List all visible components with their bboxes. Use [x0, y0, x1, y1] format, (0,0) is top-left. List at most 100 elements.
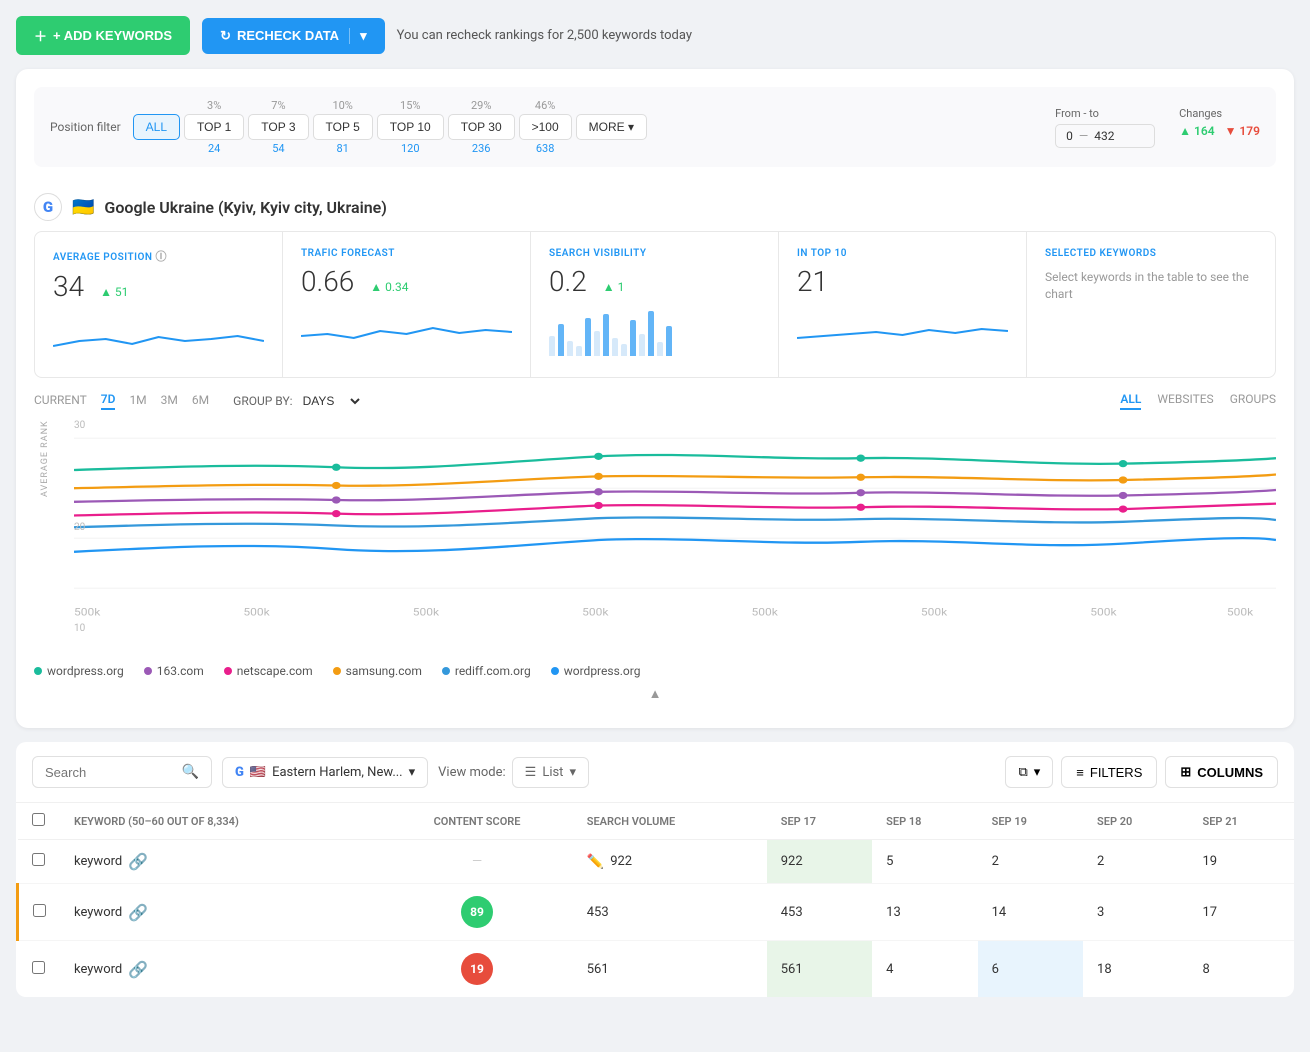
view-mode-value: List — [542, 765, 563, 780]
header-sep21: SEP 21 — [1188, 803, 1294, 840]
legend-rediff: rediff.com.org — [442, 664, 531, 678]
location-selector[interactable]: G 🇺🇸 Eastern Harlem, New... ▾ — [222, 757, 428, 788]
sep18-cell: 4 — [872, 941, 977, 998]
from-to-group: From - to 0 — 432 — [1055, 107, 1155, 148]
filters-label: FILTERS — [1090, 765, 1143, 780]
from-to-input[interactable]: 0 — 432 — [1055, 124, 1155, 148]
svg-text:500k: 500k — [582, 606, 609, 618]
keyword-cell: keyword 🔗 — [60, 840, 381, 884]
bar — [621, 344, 627, 356]
avg-position-sparkline — [53, 311, 264, 361]
toolbar-note: You can recheck rankings for 2,500 keywo… — [397, 28, 692, 43]
group-by-select[interactable]: DAYS WEEKS — [299, 393, 363, 409]
svg-text:500k: 500k — [1227, 606, 1254, 618]
legend-wordpress: wordpress.org — [34, 664, 124, 678]
position-filter-section: Position filter ALL 3% TOP 1 24 7% T — [34, 87, 1276, 167]
us-flag: 🇺🇸 — [250, 765, 266, 780]
search-engine-header: G 🇺🇦 Google Ukraine (Kyiv, Kyiv city, Uk… — [34, 181, 1276, 231]
google-logo: G — [34, 193, 62, 221]
sep18-cell: 13 — [872, 884, 977, 941]
change-up: ▲ 164 — [1179, 124, 1214, 138]
sep18-cell: 5 — [872, 840, 977, 884]
legend-163: 163.com — [144, 664, 204, 678]
bar — [567, 341, 573, 356]
stat-search-visibility: SEARCH VISIBILITY 0.2 ▲ 1 — [531, 232, 779, 377]
svg-text:500k: 500k — [413, 606, 440, 618]
select-all-checkbox[interactable] — [32, 813, 45, 826]
volume-cell: ✏️ 922 — [573, 840, 767, 884]
tab-websites[interactable]: WEBSITES — [1157, 392, 1213, 410]
chart-controls: CURRENT 7D 1M 3M 6M GROUP BY: DAYS WEEKS… — [34, 392, 1276, 410]
volume-cell: 453 — [573, 884, 767, 941]
add-keywords-button[interactable]: ＋ + ADD KEYWORDS — [16, 16, 190, 55]
link-icon[interactable]: 🔗 — [128, 852, 148, 871]
sep19-cell: 2 — [978, 840, 1083, 884]
search-visibility-bars — [549, 306, 760, 356]
google-icon-small: G — [235, 765, 244, 780]
stat-in-top10: IN TOP 10 21 — [779, 232, 1027, 377]
link-icon[interactable]: 🔗 — [128, 903, 148, 922]
header-search-volume: SEARCH VOLUME — [573, 803, 767, 840]
search-box[interactable]: 🔍 — [32, 756, 212, 788]
row-checkbox[interactable] — [33, 904, 46, 917]
sep17-cell: 922 — [767, 840, 872, 884]
volume-cell: 561 — [573, 941, 767, 998]
location-dropdown-arrow: ▾ — [409, 765, 416, 780]
search-icon: 🔍 — [182, 764, 199, 780]
legend-wordpress2: wordpress.org — [551, 664, 641, 678]
row-checkbox[interactable] — [32, 961, 45, 974]
tab-current[interactable]: CURRENT — [34, 393, 87, 409]
recheck-data-button[interactable]: ↻ RECHECK DATA ▾ — [202, 18, 385, 54]
changes-values: ▲ 164 ▼ 179 — [1179, 124, 1260, 138]
from-to-label: From - to — [1055, 107, 1155, 120]
link-icon[interactable]: 🔗 — [128, 960, 148, 979]
stat-traffic-forecast: TRAFIC FORECAST 0.66 ▲ 0.34 — [283, 232, 531, 377]
edit-icon[interactable]: ✏️ — [587, 854, 604, 870]
copy-dropdown-arrow: ▾ — [1034, 764, 1041, 780]
sep17-cell: 453 — [767, 884, 872, 941]
table-section: 🔍 G 🇺🇸 Eastern Harlem, New... ▾ View mod… — [16, 742, 1294, 997]
bar — [657, 342, 663, 356]
tab-all[interactable]: ALL — [1120, 392, 1141, 410]
tab-7d[interactable]: 7D — [101, 392, 116, 410]
copy-button[interactable]: ⧉ ▾ — [1005, 756, 1053, 788]
collapse-chart-button[interactable]: ▲ — [34, 678, 1276, 710]
bar — [558, 324, 564, 356]
filter-all[interactable]: ALL — [133, 99, 180, 155]
to-value: 432 — [1094, 129, 1114, 143]
legend-dot — [442, 667, 450, 675]
sep21-cell: 8 — [1188, 941, 1294, 998]
y-axis-label: AVERAGE RANK — [40, 420, 50, 497]
filter-buttons-group: ALL 3% TOP 1 24 7% TOP 3 54 10% — [133, 99, 1055, 155]
table-toolbar: 🔍 G 🇺🇸 Eastern Harlem, New... ▾ View mod… — [16, 742, 1294, 803]
tab-1m[interactable]: 1M — [129, 393, 146, 409]
main-chart: AVERAGE RANK 30 20 10 — [34, 420, 1276, 654]
view-mode-select[interactable]: ☰ List ▾ — [512, 757, 589, 788]
search-engine-name: Google Ukraine (Kyiv, Kyiv city, Ukraine… — [104, 198, 386, 217]
search-input[interactable] — [45, 765, 174, 780]
score-cell: 19 — [381, 941, 572, 998]
svg-text:500k: 500k — [243, 606, 270, 618]
filters-button[interactable]: ≡ FILTERS — [1061, 756, 1157, 788]
from-to-section: From - to 0 — 432 Changes ▲ 164 ▼ 179 — [1055, 107, 1260, 148]
legend-dot — [144, 667, 152, 675]
columns-button[interactable]: ⊞ COLUMNS — [1165, 756, 1278, 788]
tab-groups[interactable]: GROUPS — [1230, 392, 1276, 410]
score-cell: — — [381, 840, 572, 884]
score-cell: 89 — [381, 884, 572, 941]
bar — [585, 318, 591, 356]
changes-group: Changes ▲ 164 ▼ 179 — [1179, 107, 1260, 138]
tab-3m[interactable]: 3M — [161, 393, 178, 409]
sep20-cell: 2 — [1083, 840, 1188, 884]
table-row: keyword 🔗 89 453 453 13 14 3 17 — [18, 884, 1295, 941]
ukraine-flag: 🇺🇦 — [72, 197, 94, 218]
row-checkbox-cell — [18, 941, 61, 998]
svg-text:500k: 500k — [751, 606, 778, 618]
tab-6m[interactable]: 6M — [192, 393, 209, 409]
refresh-icon: ↻ — [220, 28, 231, 44]
info-icon[interactable]: ⓘ — [155, 250, 167, 263]
header-sep18: SEP 18 — [872, 803, 977, 840]
view-mode-arrow: ▾ — [569, 765, 576, 780]
recheck-dropdown-arrow[interactable]: ▾ — [349, 28, 367, 44]
row-checkbox[interactable] — [32, 853, 45, 866]
